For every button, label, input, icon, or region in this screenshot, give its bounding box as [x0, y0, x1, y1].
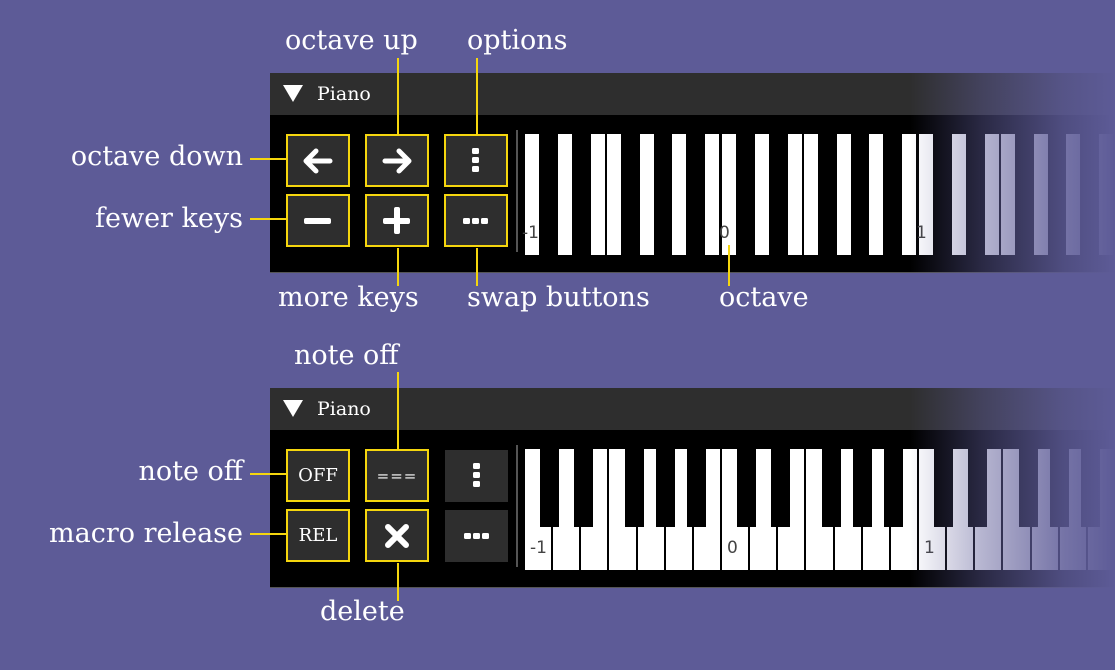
- white-key[interactable]: [952, 134, 966, 255]
- annotation-octave-up: octave up: [285, 25, 418, 56]
- fewer-keys-button[interactable]: [286, 194, 350, 247]
- white-key[interactable]: [788, 134, 802, 255]
- white-key[interactable]: [705, 134, 719, 255]
- note-off-label: OFF: [298, 465, 338, 486]
- white-key[interactable]: [755, 134, 769, 255]
- black-key[interactable]: [1050, 449, 1069, 527]
- annotation-line: [397, 372, 399, 449]
- annotation-line: [250, 473, 287, 475]
- annotation-line: [397, 248, 399, 286]
- white-key[interactable]: [672, 134, 686, 255]
- white-key[interactable]: [607, 134, 621, 255]
- octave-label: 1: [924, 538, 935, 558]
- black-key[interactable]: [968, 449, 987, 527]
- black-key[interactable]: [853, 449, 872, 527]
- octave-label: -1: [522, 223, 539, 243]
- white-key[interactable]: [558, 134, 572, 255]
- vertical-dots-icon: [472, 463, 480, 487]
- annotation-more-keys: more keys: [278, 282, 419, 313]
- macro-release-label: REL: [298, 525, 338, 546]
- black-key[interactable]: [1019, 449, 1038, 527]
- octave-label: 0: [727, 538, 738, 558]
- close-x-icon: [385, 523, 409, 548]
- white-key[interactable]: [1034, 134, 1048, 255]
- arrow-left-icon: [303, 148, 333, 173]
- annotation-options: options: [467, 25, 568, 56]
- delete-button[interactable]: [365, 509, 429, 562]
- black-key[interactable]: [737, 449, 756, 527]
- octave-label: 0: [719, 223, 730, 243]
- black-key[interactable]: [771, 449, 790, 527]
- white-key[interactable]: [902, 134, 916, 255]
- annotation-line: [250, 533, 287, 535]
- swap-buttons-button[interactable]: [444, 194, 508, 247]
- black-key[interactable]: [1081, 449, 1100, 527]
- octave-up-button[interactable]: [365, 134, 429, 187]
- annotation-line: [728, 245, 730, 286]
- white-key[interactable]: [804, 134, 818, 255]
- white-key[interactable]: [869, 134, 883, 255]
- macro-release-button[interactable]: REL: [286, 509, 350, 562]
- octave-label: -1: [530, 538, 547, 558]
- black-key[interactable]: [656, 449, 675, 527]
- octave-down-button[interactable]: [286, 134, 350, 187]
- options-button[interactable]: [445, 450, 508, 502]
- black-key[interactable]: [540, 449, 559, 527]
- piano-keyboard[interactable]: -1 0 1: [522, 134, 1115, 255]
- separator: [516, 130, 518, 252]
- minus-icon: [304, 217, 331, 224]
- options-button[interactable]: [444, 134, 508, 187]
- more-keys-button[interactable]: [365, 194, 429, 247]
- black-key[interactable]: [934, 449, 953, 527]
- black-key[interactable]: [687, 449, 706, 527]
- annotation-line: [476, 58, 478, 134]
- white-key[interactable]: [1001, 134, 1015, 255]
- collapse-triangle-icon[interactable]: [283, 400, 303, 417]
- black-key[interactable]: [884, 449, 903, 527]
- annotation-octave-down: octave down: [70, 141, 243, 172]
- annotation-line: [250, 158, 287, 160]
- note-off-alt-button[interactable]: ===: [365, 449, 429, 502]
- annotation-line: [397, 58, 399, 134]
- vertical-dots-icon: [472, 147, 479, 172]
- horizontal-dots-icon: [463, 533, 489, 539]
- swap-buttons-button[interactable]: [445, 510, 508, 562]
- white-key[interactable]: [640, 134, 654, 255]
- white-key[interactable]: [1066, 134, 1080, 255]
- annotation-note-off-top: note off: [294, 340, 399, 371]
- panel-title: Piano: [317, 83, 371, 105]
- black-key[interactable]: [822, 449, 841, 527]
- annotation-swap-buttons: swap buttons: [467, 282, 650, 313]
- annotation-line: [250, 218, 287, 220]
- piano-keyboard[interactable]: -1 0 1: [525, 449, 1115, 570]
- white-key[interactable]: [1099, 134, 1113, 255]
- annotation-delete: delete: [320, 596, 405, 627]
- note-off-alt-label: ===: [376, 466, 418, 485]
- collapse-triangle-icon[interactable]: [283, 85, 303, 102]
- separator: [516, 445, 518, 567]
- plus-icon: [383, 206, 410, 234]
- octave-label: 1: [916, 223, 927, 243]
- annotation-fewer-keys: fewer keys: [95, 203, 243, 234]
- annotation-macro-release: macro release: [49, 518, 243, 549]
- annotation-octave: octave: [719, 282, 809, 313]
- black-key[interactable]: [574, 449, 593, 527]
- white-key[interactable]: [985, 134, 999, 255]
- black-key[interactable]: [625, 449, 644, 527]
- white-key[interactable]: [837, 134, 851, 255]
- horizontal-dots-icon: [463, 217, 488, 224]
- note-off-button[interactable]: OFF: [286, 449, 350, 502]
- panel-title: Piano: [317, 398, 371, 420]
- annotation-note-off-left: note off: [138, 456, 244, 487]
- arrow-right-icon: [382, 148, 412, 173]
- white-key[interactable]: [591, 134, 605, 255]
- annotation-line: [476, 248, 478, 286]
